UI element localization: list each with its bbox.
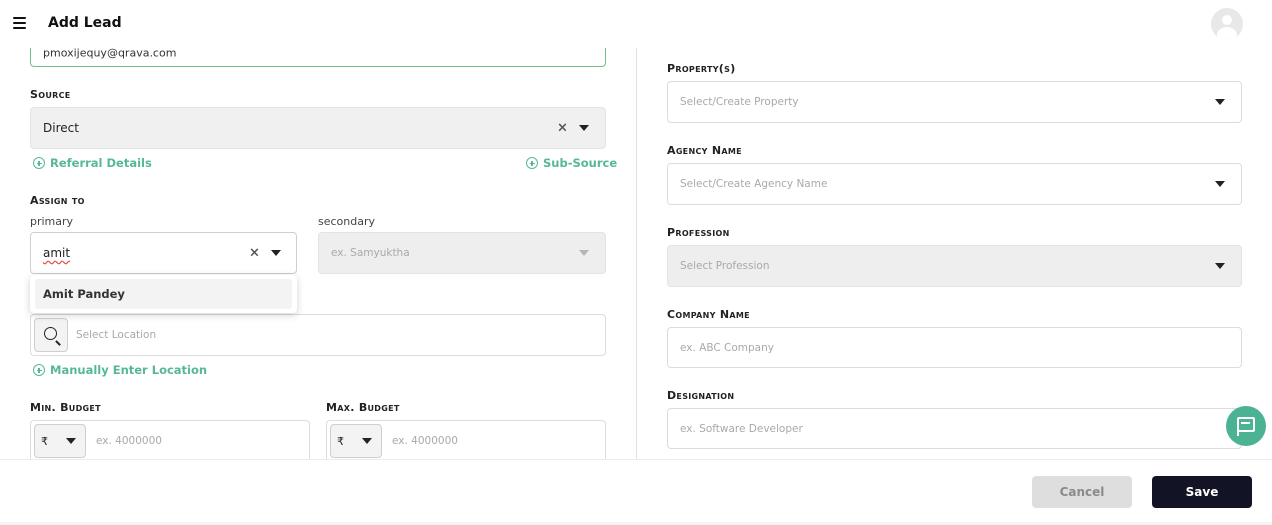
location-search-field[interactable]: Select Location bbox=[30, 314, 606, 356]
referral-details-link[interactable]: Referral Details bbox=[33, 156, 152, 170]
source-select[interactable]: Direct × bbox=[30, 107, 606, 149]
agency-name-placeholder: Select/Create Agency Name bbox=[680, 178, 828, 190]
cancel-button[interactable]: Cancel bbox=[1032, 476, 1132, 508]
chevron-down-icon[interactable] bbox=[271, 250, 281, 256]
save-button[interactable]: Save bbox=[1152, 476, 1252, 508]
email-value: pmoxijequy@qrava.com bbox=[43, 48, 177, 60]
top-bar: Add Lead bbox=[0, 0, 1272, 48]
currency-select[interactable]: ₹ bbox=[34, 424, 86, 458]
suggestion-option[interactable]: Amit Pandey bbox=[35, 279, 292, 309]
primary-assignee-input[interactable]: amit × bbox=[30, 232, 297, 274]
clear-source-icon[interactable]: × bbox=[557, 121, 568, 136]
profession-select[interactable]: Select Profession bbox=[667, 245, 1242, 287]
location-placeholder: Select Location bbox=[76, 329, 157, 341]
source-value: Direct bbox=[43, 121, 79, 135]
chevron-down-icon[interactable] bbox=[1215, 263, 1225, 269]
currency-select[interactable]: ₹ bbox=[330, 424, 382, 458]
property-select[interactable]: Select/Create Property bbox=[667, 81, 1242, 123]
left-form-panel: pmoxijequy@qrava.com Source Direct × Ref… bbox=[0, 48, 636, 459]
property-label: Property(s) bbox=[667, 62, 736, 75]
chat-support-icon[interactable] bbox=[1226, 406, 1266, 446]
assignee-suggestions-dropdown: Amit Pandey bbox=[30, 275, 297, 313]
plus-circle-icon bbox=[33, 364, 45, 376]
max-budget-placeholder: ex. 4000000 bbox=[392, 435, 458, 447]
sub-source-link[interactable]: Sub-Source bbox=[526, 156, 617, 170]
chevron-down-icon bbox=[362, 438, 372, 444]
chevron-down-icon[interactable] bbox=[1215, 181, 1225, 187]
footer-actions: Cancel Save bbox=[0, 459, 1272, 522]
right-form-panel: Property(s) Select/Create Property Agenc… bbox=[637, 48, 1272, 459]
chevron-down-icon[interactable] bbox=[579, 125, 589, 131]
assign-to-label: Assign to bbox=[30, 194, 85, 207]
min-budget-field[interactable]: ₹ ex. 4000000 bbox=[30, 420, 310, 459]
hamburger-icon[interactable] bbox=[13, 17, 26, 29]
min-budget-placeholder: ex. 4000000 bbox=[96, 435, 162, 447]
secondary-assignee-select[interactable]: ex. Samyuktha bbox=[318, 232, 606, 274]
company-name-placeholder: ex. ABC Company bbox=[680, 341, 774, 354]
company-name-input[interactable]: ex. ABC Company bbox=[667, 327, 1242, 368]
profession-label: Profession bbox=[667, 226, 730, 239]
min-budget-label: Min. Budget bbox=[30, 401, 101, 414]
secondary-assignee-placeholder: ex. Samyuktha bbox=[331, 247, 410, 259]
agency-name-label: Agency Name bbox=[667, 144, 742, 157]
primary-assignee-value: amit bbox=[43, 246, 71, 260]
chevron-down-icon[interactable] bbox=[1215, 99, 1225, 105]
designation-label: Designation bbox=[667, 389, 735, 402]
designation-placeholder: ex. Software Developer bbox=[680, 422, 803, 435]
currency-symbol: ₹ bbox=[41, 435, 48, 448]
profession-placeholder: Select Profession bbox=[680, 260, 770, 272]
designation-input[interactable]: ex. Software Developer bbox=[667, 408, 1242, 449]
manually-enter-location-link[interactable]: Manually Enter Location bbox=[33, 363, 207, 377]
plus-circle-icon bbox=[33, 157, 45, 169]
plus-circle-icon bbox=[526, 157, 538, 169]
property-placeholder: Select/Create Property bbox=[680, 96, 799, 108]
page-title: Add Lead bbox=[48, 15, 122, 31]
secondary-label: secondary bbox=[318, 215, 376, 228]
search-icon[interactable] bbox=[34, 318, 68, 352]
primary-label: primary bbox=[30, 215, 74, 228]
chevron-down-icon bbox=[66, 438, 76, 444]
max-budget-field[interactable]: ₹ ex. 4000000 bbox=[326, 420, 606, 459]
source-label: Source bbox=[30, 88, 71, 101]
company-name-label: Company Name bbox=[667, 308, 750, 321]
email-field[interactable]: pmoxijequy@qrava.com bbox=[30, 48, 606, 67]
user-avatar-icon[interactable] bbox=[1211, 8, 1243, 40]
clear-primary-icon[interactable]: × bbox=[249, 246, 260, 261]
chevron-down-icon[interactable] bbox=[579, 250, 589, 256]
currency-symbol: ₹ bbox=[337, 435, 344, 448]
agency-name-select[interactable]: Select/Create Agency Name bbox=[667, 163, 1242, 205]
max-budget-label: Max. Budget bbox=[326, 401, 400, 414]
